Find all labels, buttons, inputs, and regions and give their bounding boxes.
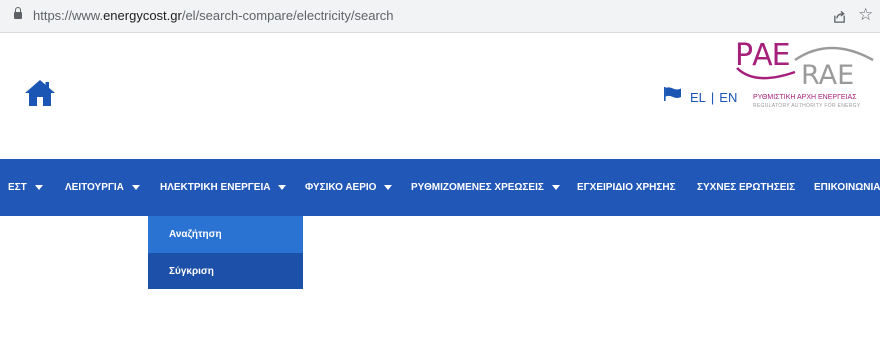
electricity-dropdown-menu: Αναζήτηση Σύγκριση <box>148 216 303 289</box>
logo-name-greek: ΡΥΘΜΙΣΤΙΚΗ ΑΡΧΗ ΕΝΕΡΓΕΙΑΣ <box>753 94 857 101</box>
url-text[interactable]: https://www.energycost.gr/el/search-comp… <box>33 8 394 23</box>
lang-el-link[interactable]: EL <box>690 90 706 105</box>
caret-down-icon <box>551 185 560 190</box>
nav-item-user-manual[interactable]: ΕΓΧΕΙΡΙΔΙΟ ΧΡΗΣΗΣ <box>577 159 676 216</box>
caret-down-icon <box>131 185 140 190</box>
nav-item-natural-gas[interactable]: ΦΥΣΙΚΟ ΑΕΡΙΟ <box>305 159 393 216</box>
lang-separator: | <box>710 90 715 105</box>
home-icon[interactable] <box>24 78 56 108</box>
caret-down-icon <box>278 185 287 190</box>
caret-down-icon <box>384 185 393 190</box>
star-icon[interactable]: ☆ <box>858 5 873 25</box>
lock-icon[interactable] <box>14 7 22 20</box>
nav-item-regulated-charges[interactable]: ΡΥΘΜΙΖΟΜΕΝΕΣ ΧΡΕΩΣΕΙΣ <box>411 159 560 216</box>
eu-flag-icon <box>664 86 681 101</box>
rae-logo[interactable]: ΡΑΕ RAE ΡΥΘΜΙΣΤΙΚΗ ΑΡΧΗ ΕΝΕΡΓΕΙΑΣ REGULA… <box>735 38 875 112</box>
logo-latin-acronym: RAE <box>801 60 855 91</box>
share-icon[interactable] <box>832 9 847 24</box>
language-switcher: EL | EN <box>664 86 737 105</box>
main-nav: ΕΣΤ ΛΕΙΤΟΥΡΓΙΑ ΗΛΕΚΤΡΙΚΗ ΕΝΕΡΓΕΙΑ ΦΥΣΙΚΟ… <box>0 159 880 216</box>
browser-address-bar[interactable]: https://www.energycost.gr/el/search-comp… <box>0 0 880 33</box>
logo-greek-acronym: ΡΑΕ <box>735 38 791 73</box>
nav-item-faq[interactable]: ΣΥΧΝΕΣ ΕΡΩΤΗΣΕΙΣ <box>697 159 795 216</box>
caret-down-icon <box>34 185 43 190</box>
nav-item-contact[interactable]: ΕΠΙΚΟΙΝΩΝΙΑ <box>814 159 880 216</box>
dropdown-item-compare[interactable]: Σύγκριση <box>148 253 303 289</box>
logo-name-english: REGULATORY AUTHORITY FOR ENERGY <box>753 103 861 109</box>
dropdown-item-search[interactable]: Αναζήτηση <box>148 216 303 253</box>
nav-item-operation[interactable]: ΛΕΙΤΟΥΡΓΙΑ <box>65 159 140 216</box>
nav-item-est[interactable]: ΕΣΤ <box>8 159 43 216</box>
nav-item-electricity[interactable]: ΗΛΕΚΤΡΙΚΗ ΕΝΕΡΓΕΙΑ <box>160 159 287 216</box>
